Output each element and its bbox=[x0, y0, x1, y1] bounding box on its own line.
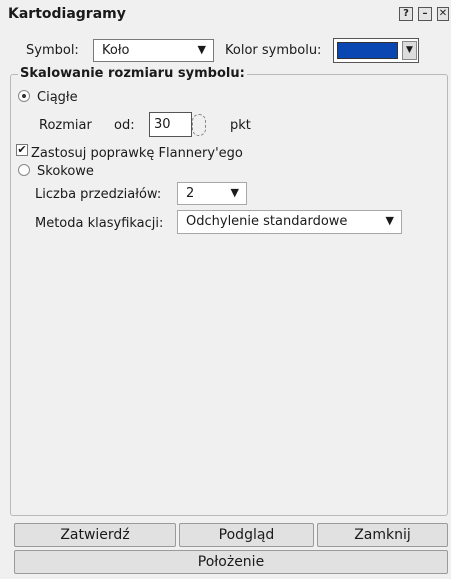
size-from-label: od: bbox=[114, 118, 135, 133]
dialog-window: Kartodiagramy ? – ✕ Symbol: Koło ▼ Kolor… bbox=[0, 0, 451, 579]
classification-method-select[interactable]: Odchylenie standardowe ▼ bbox=[177, 210, 402, 234]
chevron-down-icon: ▼ bbox=[402, 41, 417, 60]
symbol-label: Symbol: bbox=[26, 43, 79, 58]
graduated-radio[interactable] bbox=[18, 164, 30, 176]
size-spinner-icon[interactable] bbox=[192, 114, 206, 136]
symbol-color-select[interactable]: ▼ bbox=[333, 38, 419, 63]
close-button[interactable]: Zamknij bbox=[317, 523, 448, 547]
symbol-scaling-legend: Skalowanie rozmiaru symbolu: bbox=[18, 66, 247, 81]
graduated-label: Skokowe bbox=[37, 164, 94, 179]
classification-method-value: Odchylenie standardowe bbox=[186, 214, 348, 229]
flannery-label: Zastosuj poprawkę Flannery'ego bbox=[31, 146, 243, 161]
size-label: Rozmiar bbox=[39, 118, 92, 133]
continuous-label: Ciągłe bbox=[37, 90, 78, 105]
chevron-down-icon: ▼ bbox=[385, 214, 394, 227]
confirm-button[interactable]: Zatwierdź bbox=[14, 523, 176, 547]
classes-count-select[interactable]: 2 ▼ bbox=[177, 182, 247, 205]
continuous-radio[interactable] bbox=[18, 90, 30, 102]
size-input[interactable]: 30 bbox=[149, 112, 192, 137]
size-input-value: 30 bbox=[154, 117, 171, 132]
symbol-color-label: Kolor symbolu: bbox=[225, 43, 322, 58]
symbol-select-value: Koło bbox=[102, 43, 130, 58]
chevron-down-icon: ▼ bbox=[230, 186, 239, 199]
flannery-checkbox[interactable]: ✔ bbox=[16, 144, 28, 156]
classification-method-label: Metoda klasyfikacji: bbox=[35, 216, 164, 231]
preview-button[interactable]: Podgląd bbox=[179, 523, 314, 547]
help-button[interactable]: ? bbox=[399, 7, 413, 21]
symbol-scaling-group bbox=[10, 74, 448, 516]
window-title: Kartodiagramy bbox=[8, 6, 126, 22]
unit-label: pkt bbox=[230, 118, 251, 133]
close-window-button[interactable]: ✕ bbox=[437, 7, 449, 21]
color-swatch bbox=[337, 42, 398, 59]
minimize-button[interactable]: – bbox=[418, 7, 432, 21]
symbol-select[interactable]: Koło ▼ bbox=[93, 39, 214, 62]
classes-count-value: 2 bbox=[186, 186, 195, 201]
classes-count-label: Liczba przedziałów: bbox=[35, 187, 162, 202]
chevron-down-icon: ▼ bbox=[197, 43, 206, 56]
position-button[interactable]: Położenie bbox=[14, 550, 448, 574]
